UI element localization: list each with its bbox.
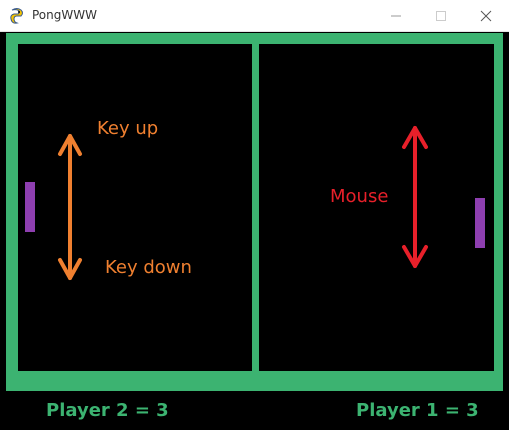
maximize-button[interactable]	[419, 0, 464, 31]
window-title: PongWWW	[32, 8, 97, 22]
mouse-updown-arrow-icon	[402, 126, 428, 268]
close-icon	[480, 10, 492, 22]
minimize-icon	[391, 15, 401, 17]
player1-score: Player 1 = 3	[356, 400, 479, 421]
minimize-button[interactable]	[374, 0, 419, 31]
player2-score: Player 2 = 3	[46, 400, 169, 421]
game-area[interactable]: Key up Key down Mouse Player 2 = 3 Playe…	[0, 32, 509, 430]
mouse-label: Mouse	[330, 186, 389, 207]
game-window: PongWWW Key up Key down Mouse Player 2 =…	[0, 0, 509, 430]
key-up-label: Key up	[97, 118, 159, 139]
key-updown-arrow-icon	[58, 134, 82, 280]
pygame-snake-icon	[8, 7, 26, 25]
annotation-arrows	[58, 126, 428, 280]
close-button[interactable]	[464, 0, 509, 31]
maximize-icon	[436, 11, 446, 21]
key-down-label: Key down	[105, 257, 192, 278]
title-bar[interactable]: PongWWW	[0, 0, 509, 32]
